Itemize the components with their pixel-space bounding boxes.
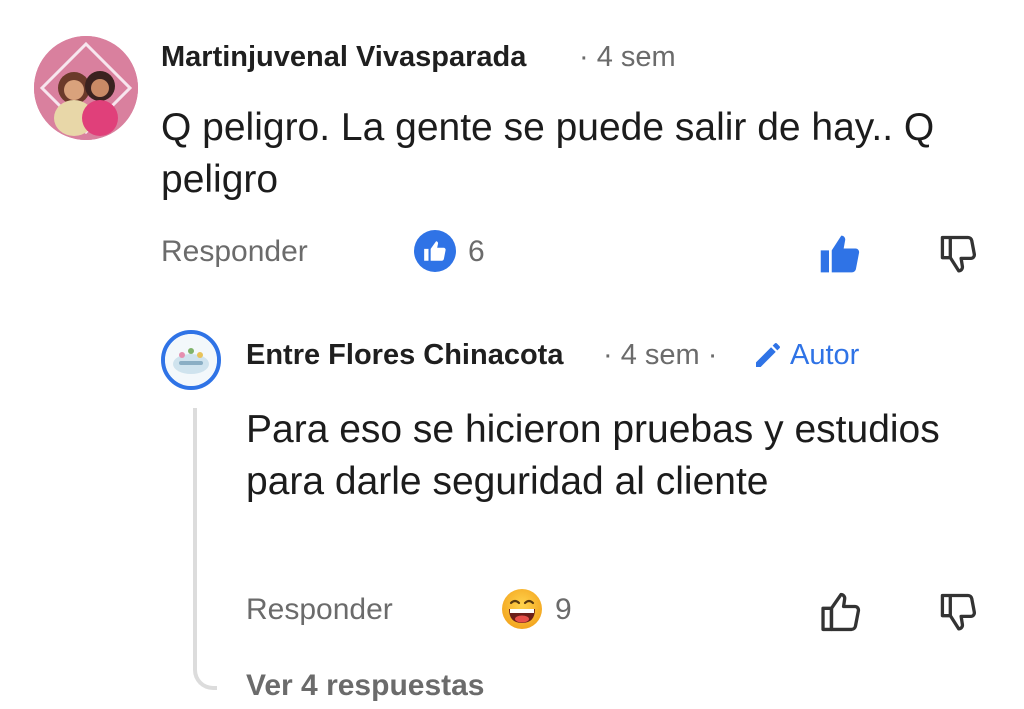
like-button[interactable]: [817, 232, 863, 276]
thumbs-down-icon: [940, 593, 977, 631]
thread-connector: [193, 408, 217, 690]
reply-button[interactable]: Responder: [246, 590, 393, 630]
reply-author[interactable]: Entre Flores Chinacota: [246, 336, 563, 374]
reply-text: Para eso se hicieron pruebas y estudios …: [246, 408, 940, 503]
like-reaction-icon: [414, 230, 456, 272]
pencil-icon: [756, 343, 780, 367]
like-button[interactable]: [818, 590, 864, 634]
comment-timestamp: · 4 sem: [579, 41, 676, 73]
comment-author[interactable]: Martinjuvenal Vivasparada: [161, 38, 526, 76]
author-badge: Autor: [752, 336, 859, 374]
author-badge-label: Autor: [790, 339, 860, 371]
avatar[interactable]: [161, 330, 221, 390]
dislike-button[interactable]: [935, 590, 981, 634]
avatar[interactable]: [34, 36, 138, 140]
view-replies-link[interactable]: Ver 4 respuestas: [246, 666, 485, 706]
reply-timestamp: · 4 sem ·: [603, 339, 718, 371]
thumbs-down-icon: [940, 235, 977, 273]
comment-text: Q peligro. La gente se puede salir de ha…: [161, 106, 935, 201]
reply-button[interactable]: Responder: [161, 232, 308, 272]
thumbs-up-filled-icon: [820, 235, 860, 273]
laughing-emoji-icon: [500, 587, 544, 631]
thumbs-up-icon: [821, 592, 861, 632]
dislike-button[interactable]: [935, 232, 981, 276]
reaction-count: 6: [468, 235, 485, 268]
reaction-count: 9: [555, 593, 572, 626]
